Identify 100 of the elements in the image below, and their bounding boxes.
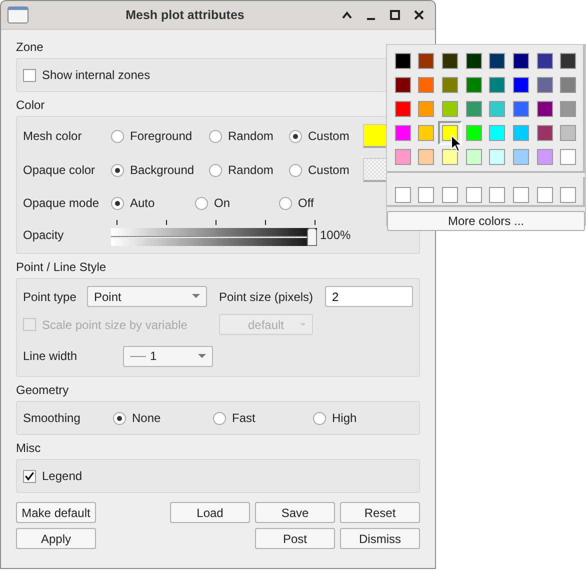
cursor-icon bbox=[451, 135, 462, 152]
chevron-up-icon[interactable] bbox=[341, 9, 353, 21]
radio-button[interactable] bbox=[289, 164, 302, 176]
dialog-button[interactable]: Load bbox=[170, 502, 250, 523]
color-swatch[interactable] bbox=[560, 101, 576, 117]
caret-icon bbox=[192, 294, 200, 299]
checkbox[interactable] bbox=[23, 470, 36, 482]
radio-label: Off bbox=[298, 195, 314, 212]
color-swatch[interactable] bbox=[536, 77, 553, 93]
window-icon[interactable] bbox=[7, 6, 29, 24]
dialog-button[interactable]: Apply bbox=[16, 528, 96, 549]
color-swatch[interactable] bbox=[363, 158, 386, 182]
radio-button[interactable] bbox=[209, 130, 222, 142]
group-label: Zone bbox=[16, 40, 44, 54]
field-label: Mesh color bbox=[23, 128, 83, 145]
color-swatch[interactable] bbox=[512, 77, 529, 93]
radio-button[interactable] bbox=[213, 412, 226, 424]
more-colors-button[interactable]: More colors ... bbox=[387, 211, 585, 231]
color-swatch[interactable] bbox=[466, 187, 482, 203]
radio-button[interactable] bbox=[111, 196, 124, 210]
slider-value: 100% bbox=[320, 227, 351, 244]
window-title: Mesh plot attributes bbox=[124, 6, 246, 24]
color-swatch[interactable] bbox=[560, 53, 576, 69]
dialog-button[interactable]: Post bbox=[255, 528, 335, 549]
slider-track[interactable] bbox=[111, 222, 317, 248]
radio-button[interactable] bbox=[111, 164, 124, 176]
color-swatch[interactable] bbox=[466, 53, 482, 69]
color-swatch[interactable] bbox=[442, 101, 458, 117]
color-swatch[interactable] bbox=[394, 125, 411, 141]
color-swatch[interactable] bbox=[442, 187, 458, 203]
checkbox[interactable] bbox=[23, 68, 36, 82]
color-swatch[interactable] bbox=[512, 53, 529, 69]
color-swatch[interactable] bbox=[363, 124, 386, 148]
color-swatch[interactable] bbox=[466, 149, 482, 165]
color-swatch[interactable] bbox=[394, 53, 411, 69]
color-swatch[interactable] bbox=[418, 187, 434, 203]
color-swatch[interactable] bbox=[394, 149, 411, 165]
color-swatch[interactable] bbox=[512, 187, 529, 203]
color-swatch[interactable] bbox=[466, 77, 482, 93]
slider-thumb[interactable] bbox=[307, 228, 317, 246]
dialog-button[interactable]: Save bbox=[255, 502, 335, 523]
color-swatch[interactable] bbox=[442, 53, 458, 69]
field-label: Point size (pixels) bbox=[219, 288, 314, 306]
radio-label: Foreground bbox=[130, 128, 192, 145]
color-swatch[interactable] bbox=[489, 187, 506, 203]
color-swatch[interactable] bbox=[418, 125, 434, 141]
caret-icon bbox=[198, 354, 206, 358]
radio-label: Random bbox=[228, 128, 274, 145]
color-swatch[interactable] bbox=[489, 149, 506, 165]
color-swatch[interactable] bbox=[489, 53, 506, 69]
color-swatch[interactable] bbox=[394, 77, 411, 93]
radio-label: Background bbox=[130, 162, 194, 179]
color-swatch[interactable] bbox=[560, 125, 576, 141]
dialog-button[interactable]: Dismiss bbox=[340, 528, 420, 549]
color-swatch[interactable] bbox=[442, 149, 458, 165]
field-label: Opaque color bbox=[23, 162, 96, 179]
dialog-button[interactable]: Reset bbox=[340, 502, 420, 523]
line-width-dropdown[interactable]: 1 bbox=[123, 346, 213, 366]
checkbox-label: Show internal zones bbox=[42, 67, 150, 84]
color-swatch[interactable] bbox=[466, 101, 482, 117]
color-swatch[interactable] bbox=[466, 125, 482, 141]
point-size-field[interactable]: 2 bbox=[325, 286, 413, 307]
radio-button[interactable] bbox=[195, 196, 208, 210]
color-swatch[interactable] bbox=[394, 187, 411, 203]
color-swatch[interactable] bbox=[442, 77, 458, 93]
color-swatch[interactable] bbox=[560, 149, 576, 165]
radio-button[interactable] bbox=[113, 412, 126, 424]
radio-button[interactable] bbox=[209, 164, 222, 176]
radio-label: Random bbox=[228, 162, 274, 179]
radio-label: High bbox=[332, 410, 357, 427]
color-swatch[interactable] bbox=[418, 149, 434, 165]
color-swatch[interactable] bbox=[536, 149, 553, 165]
color-swatch[interactable] bbox=[536, 187, 553, 203]
color-swatch[interactable] bbox=[536, 125, 553, 141]
point-type-dropdown[interactable]: Point bbox=[87, 286, 207, 307]
color-swatch[interactable] bbox=[418, 53, 434, 69]
color-swatch[interactable] bbox=[536, 101, 553, 117]
radio-button[interactable] bbox=[313, 412, 326, 424]
line-sample-icon bbox=[130, 354, 146, 358]
color-swatch[interactable] bbox=[489, 101, 506, 117]
color-swatch[interactable] bbox=[418, 77, 434, 93]
field-label: Opaque mode bbox=[23, 195, 100, 212]
color-swatch[interactable] bbox=[394, 101, 411, 117]
radio-button[interactable] bbox=[279, 196, 292, 210]
color-swatch[interactable] bbox=[512, 101, 529, 117]
color-swatch[interactable] bbox=[560, 77, 576, 93]
color-swatch[interactable] bbox=[560, 187, 576, 203]
close-icon[interactable] bbox=[413, 9, 425, 21]
color-swatch[interactable] bbox=[536, 53, 553, 69]
maximize-icon[interactable] bbox=[389, 9, 401, 21]
color-swatch[interactable] bbox=[418, 101, 434, 117]
radio-button[interactable] bbox=[111, 130, 124, 142]
color-swatch[interactable] bbox=[512, 125, 529, 141]
color-swatch[interactable] bbox=[442, 125, 458, 141]
color-swatch[interactable] bbox=[512, 149, 529, 165]
color-swatch[interactable] bbox=[489, 77, 506, 93]
caret-icon bbox=[300, 323, 306, 327]
dialog-button[interactable]: Make default bbox=[16, 502, 96, 523]
color-swatch[interactable] bbox=[489, 125, 506, 141]
radio-button[interactable] bbox=[289, 130, 302, 142]
